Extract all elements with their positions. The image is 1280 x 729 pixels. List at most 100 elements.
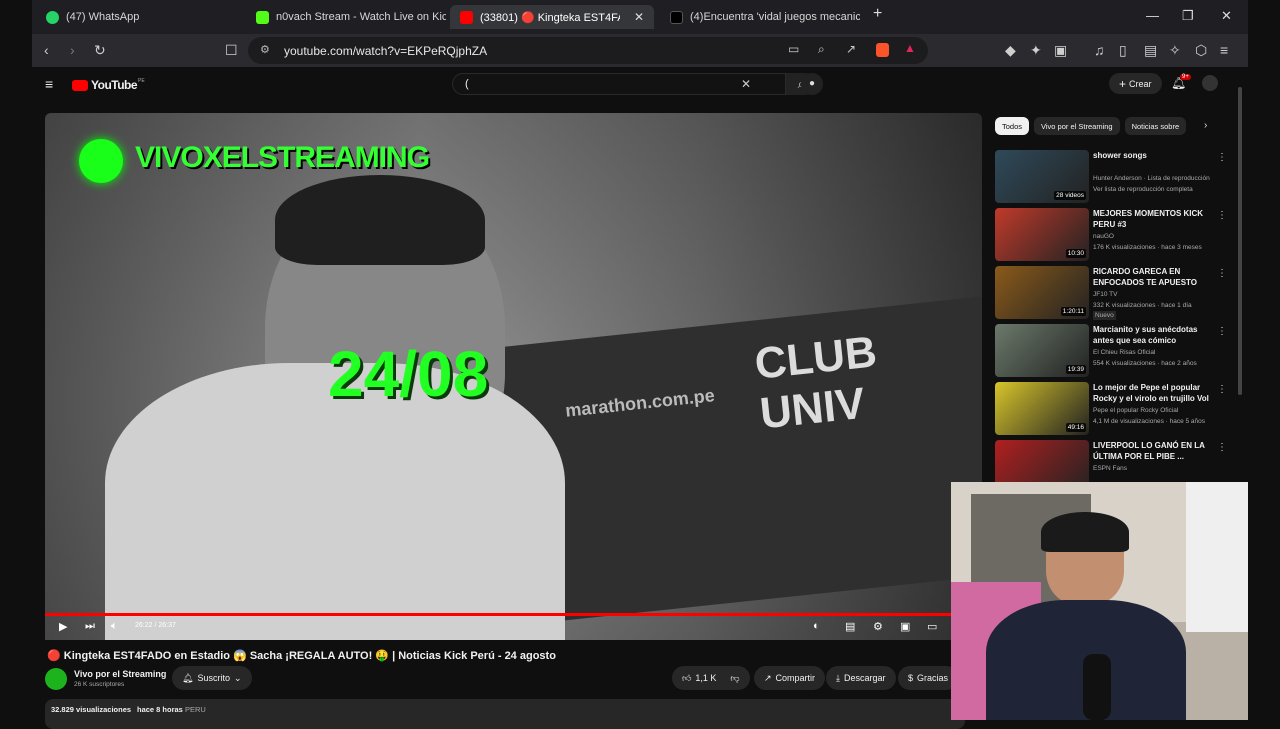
- chip-all[interactable]: Todos: [995, 117, 1030, 135]
- settings-icon[interactable]: ⚙: [873, 620, 883, 633]
- description-box[interactable]: 32.829 visualizaciones hace 8 horas PERU: [45, 699, 965, 729]
- vpn-icon[interactable]: ⬡: [1195, 42, 1207, 59]
- more-options-icon[interactable]: ⋮: [1217, 384, 1227, 395]
- chip-channel[interactable]: Vivo por el Streaming: [1034, 117, 1120, 135]
- thumb-down-icon[interactable]: 👎︎: [730, 673, 739, 684]
- music-icon[interactable]: ♫: [1094, 42, 1105, 58]
- channel-avatar[interactable]: [45, 668, 67, 690]
- puzzle-icon[interactable]: ✦: [1030, 42, 1042, 59]
- site-info-icon[interactable]: ⚙: [260, 43, 270, 56]
- minimize-icon[interactable]: —: [1146, 8, 1159, 23]
- related-videos-list: 28 videos shower songs Hunter Anderson · L…: [995, 150, 1235, 485]
- share-button[interactable]: ↗ Compartir: [754, 666, 826, 690]
- more-options-icon[interactable]: ⋮: [1217, 442, 1227, 453]
- wallet-icon[interactable]: ▤: [1144, 42, 1157, 59]
- download-button[interactable]: ⤓ Descargar: [826, 666, 896, 690]
- autoplay-toggle[interactable]: ◐: [813, 620, 820, 632]
- play-icon[interactable]: ▶: [59, 620, 67, 633]
- overlay-brand: VIVOXELSTREAMING: [135, 141, 430, 174]
- video-thumbnail[interactable]: 28 videos: [995, 150, 1089, 203]
- close-icon[interactable]: ✕: [634, 10, 644, 24]
- page-scrollbar[interactable]: [1238, 87, 1242, 395]
- chevron-right-icon[interactable]: ›: [1204, 120, 1207, 131]
- extension-icon[interactable]: ◆: [1005, 42, 1016, 59]
- search-input[interactable]: ( ✕: [452, 73, 786, 95]
- subscribed-button[interactable]: 🔔︎ Suscrito ⌄: [172, 666, 252, 690]
- new-badge: Nuevo: [1093, 311, 1116, 320]
- brave-shield-icon[interactable]: [876, 43, 889, 57]
- maximize-icon[interactable]: ❐: [1182, 8, 1194, 24]
- miniplayer-icon[interactable]: ▣: [900, 620, 910, 633]
- like-button[interactable]: 👍︎ 1,1 K 👎︎: [672, 666, 750, 690]
- theater-icon[interactable]: ▭: [927, 620, 937, 633]
- video-thumbnail[interactable]: [995, 440, 1089, 485]
- tab-kick[interactable]: n0vach Stream - Watch Live on Kick: [246, 5, 446, 29]
- leo-icon[interactable]: ✧: [1169, 42, 1181, 59]
- address-bar[interactable]: ⚙ youtube.com/watch?v=EKPeRQjphZA ▭ ⌕ ↗ …: [248, 37, 928, 64]
- more-options-icon[interactable]: ⋮: [1217, 268, 1227, 279]
- avatar[interactable]: [1202, 75, 1218, 91]
- more-options-icon[interactable]: ⋮: [1217, 326, 1227, 337]
- person-hair: [275, 175, 485, 265]
- video-thumbnail[interactable]: 10:30: [995, 208, 1089, 261]
- hamburger-menu-icon[interactable]: ≡: [45, 76, 53, 92]
- video-thumbnail[interactable]: 19:39: [995, 324, 1089, 377]
- overlay-date: 24/08: [328, 338, 489, 410]
- forward-icon[interactable]: ›: [70, 42, 75, 58]
- video-thumbnail[interactable]: 49:16: [995, 382, 1089, 435]
- related-video-title[interactable]: Lo mejor de Pepe el popular Rocky y el v…: [1093, 382, 1215, 405]
- new-tab-icon[interactable]: +: [873, 5, 882, 23]
- video-thumbnail[interactable]: 1:20:11: [995, 266, 1089, 319]
- thanks-button[interactable]: $ Gracias: [898, 666, 959, 690]
- chip-news[interactable]: Noticias sobre: [1124, 117, 1187, 135]
- related-video-item[interactable]: 28 videos shower songs Hunter Anderson · L…: [995, 150, 1231, 206]
- chevron-down-icon: ⌄: [233, 672, 242, 683]
- clear-search-icon[interactable]: ✕: [741, 77, 751, 91]
- subtitles-icon[interactable]: ▤: [845, 620, 855, 633]
- related-video-title[interactable]: shower songs: [1093, 150, 1215, 161]
- camera-icon[interactable]: ▣: [1054, 42, 1067, 59]
- channel-name[interactable]: Vivo por el Streaming: [74, 669, 166, 679]
- related-video-title[interactable]: RICARDO GARECA EN ENFOCADOS TE APUESTO C…: [1093, 266, 1215, 289]
- close-window-icon[interactable]: ✕: [1221, 8, 1232, 24]
- progress-bar[interactable]: [45, 613, 982, 616]
- related-video-meta: 4,1 M de visualizaciones · hace 5 años: [1093, 418, 1206, 425]
- plus-icon: +: [1119, 76, 1127, 91]
- microphone-icon[interactable]: ●: [801, 73, 823, 95]
- related-video-item[interactable]: 10:30 MEJORES MOMENTOS KICK PERU #3 nauGO 1…: [995, 208, 1231, 264]
- sidebar-icon[interactable]: ▯: [1119, 42, 1127, 59]
- tab-tiktok[interactable]: (4)Encuentra 'vidal juegos mecanicos: [660, 5, 860, 29]
- share-icon[interactable]: ↗: [846, 42, 856, 56]
- bookmark-icon[interactable]: ☐: [225, 42, 238, 59]
- related-video-item[interactable]: 1:20:11 RICARDO GARECA EN ENFOCADOS TE AP…: [995, 266, 1231, 322]
- related-video-item[interactable]: 49:16 Lo mejor de Pepe el popular Rocky y…: [995, 382, 1231, 438]
- menu-icon[interactable]: ≡: [1220, 42, 1228, 58]
- related-video-item[interactable]: LIVERPOOL LO GANÓ EN LA ÚLTIMA POR EL PI…: [995, 440, 1231, 485]
- tab-whatsapp[interactable]: (47) WhatsApp: [36, 5, 241, 29]
- reload-icon[interactable]: ↻: [94, 42, 106, 59]
- more-options-icon[interactable]: ⋮: [1217, 152, 1227, 163]
- related-chips: Todos Vivo por el Streaming Noticias sob…: [995, 117, 1187, 135]
- back-icon[interactable]: ‹: [44, 42, 49, 58]
- youtube-logo[interactable]: YouTube PE: [72, 78, 145, 92]
- related-video-title[interactable]: Marcianito y sus anécdotas antes que sea…: [1093, 324, 1215, 347]
- zoom-icon[interactable]: ⌕: [818, 42, 825, 57]
- cast-icon[interactable]: ▭: [788, 42, 799, 56]
- related-video-meta: 554 K visualizaciones · hace 2 años: [1093, 360, 1197, 367]
- create-button[interactable]: + Crear: [1109, 73, 1162, 94]
- more-options-icon[interactable]: ⋮: [1217, 210, 1227, 221]
- related-video-title[interactable]: LIVERPOOL LO GANÓ EN LA ÚLTIMA POR EL PI…: [1093, 440, 1215, 462]
- related-video-channel: Hunter Anderson · Lista de reproducción: [1093, 175, 1210, 182]
- video-player[interactable]: CLUB UNIV marathon.com.pe VIVOXELSTREAMI…: [45, 113, 982, 640]
- next-icon[interactable]: ⏭: [85, 620, 95, 633]
- subscriber-count: 26 K suscriptores: [74, 681, 125, 688]
- related-video-meta: 332 K visualizaciones · hace 1 día: [1093, 302, 1192, 309]
- notification-badge: 9+: [1180, 74, 1191, 80]
- related-video-title[interactable]: MEJORES MOMENTOS KICK PERU #3: [1093, 208, 1215, 230]
- thanks-icon: $: [908, 673, 914, 683]
- related-video-item[interactable]: 19:39 Marcianito y sus anécdotas antes qu…: [995, 324, 1231, 380]
- tab-youtube[interactable]: (33801) 🔴 Kingteka EST4FADO ✕: [450, 5, 654, 29]
- brave-rewards-icon[interactable]: ▲: [904, 41, 916, 55]
- volume-icon[interactable]: 🔈︎: [111, 620, 118, 633]
- tab-label: n0vach Stream - Watch Live on Kick: [276, 11, 446, 23]
